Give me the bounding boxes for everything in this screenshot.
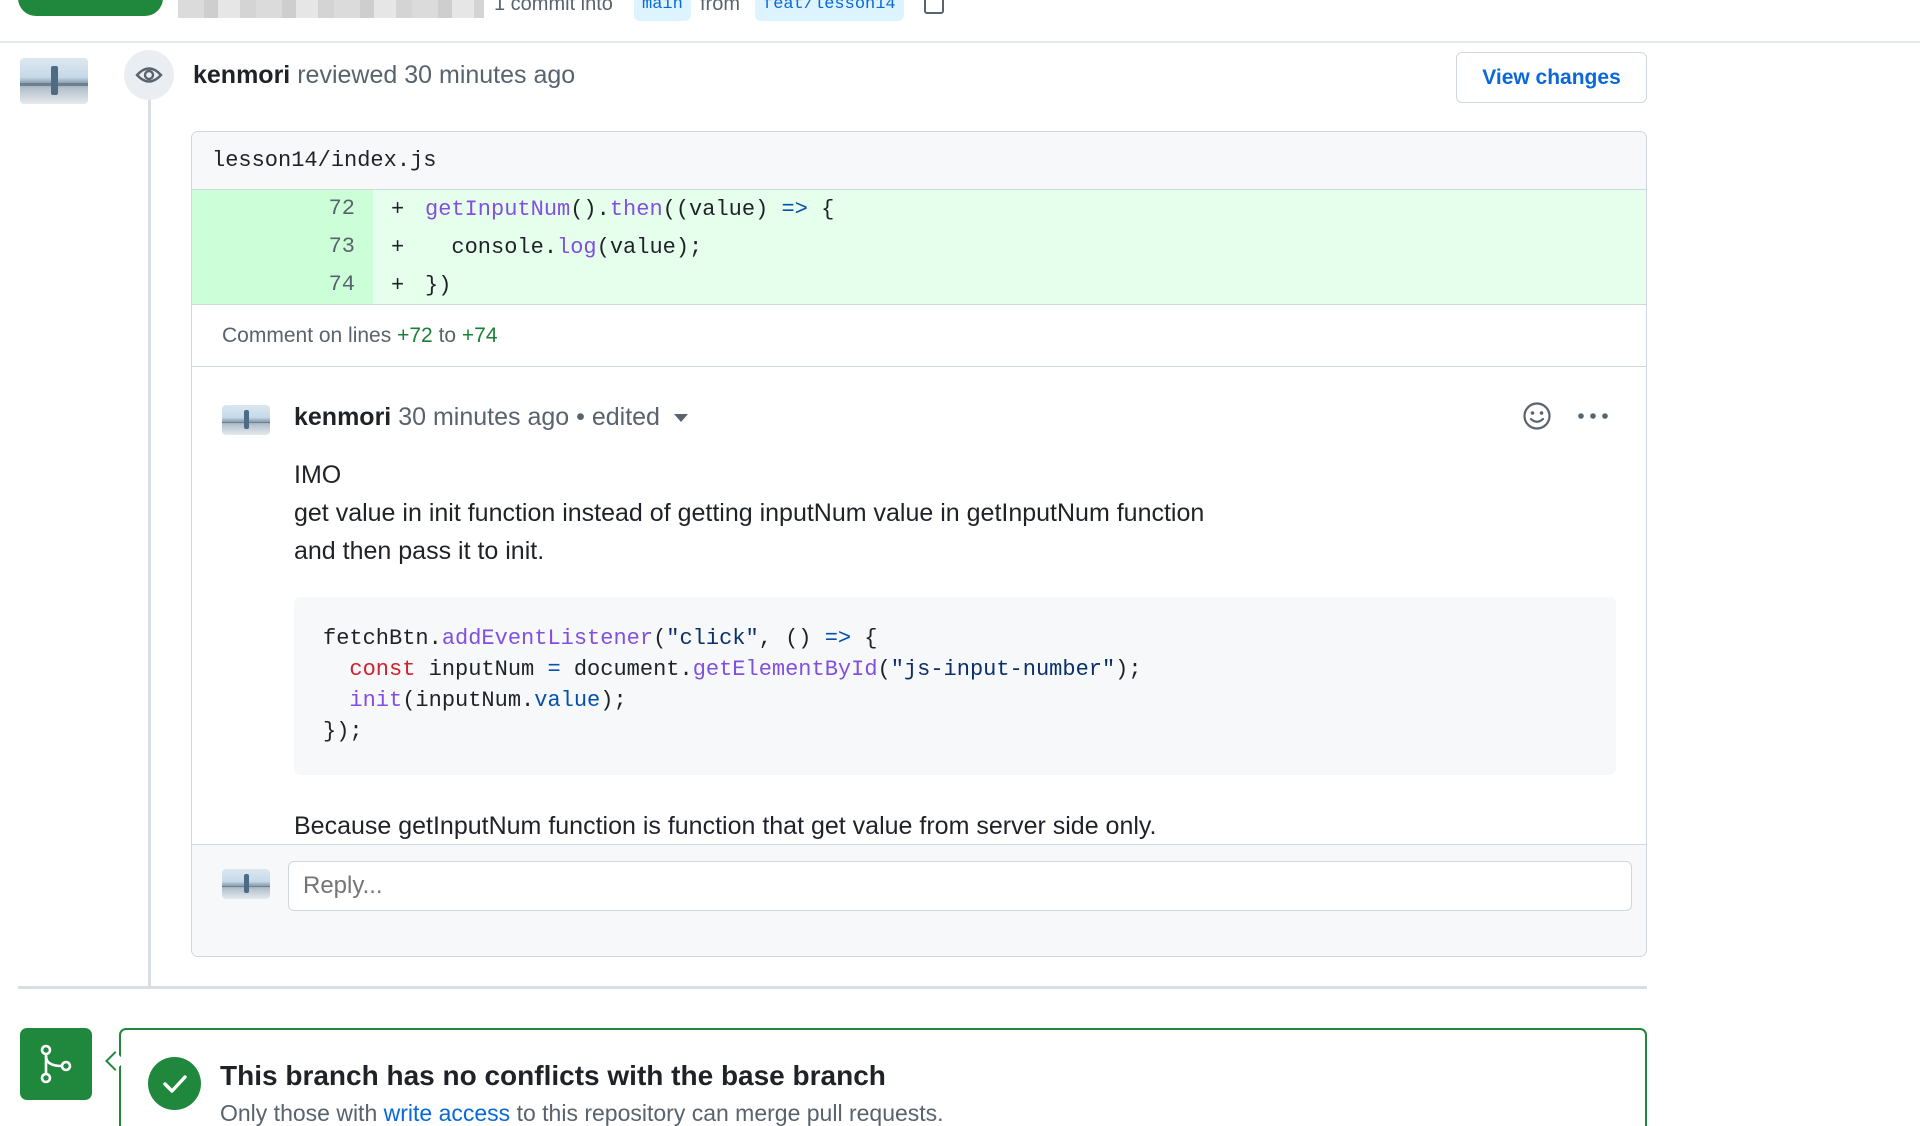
reply-avatar [222, 869, 270, 899]
timeline-line [148, 96, 151, 986]
review-author[interactable]: kenmori [193, 61, 290, 89]
comment-time[interactable]: 30 minutes ago [398, 403, 569, 431]
avatar[interactable] [20, 58, 88, 104]
comment-line: IMO [294, 461, 342, 489]
kebab-horizontal-icon[interactable] [1576, 401, 1610, 431]
comment-line: and then pass it to init. [294, 537, 545, 565]
write-access-link[interactable]: write access [384, 1100, 511, 1126]
commit-bar: 1 commit into main from feat/lesson14 [0, 0, 1920, 43]
diff-hunk: 72 + getInputNum().then((value) => { 73 … [192, 190, 1646, 305]
eye-icon [124, 50, 174, 100]
file-path[interactable]: lesson14/index.js [192, 132, 1646, 190]
comment-on-prefix: Comment on lines [222, 324, 392, 347]
merge-sub-suffix: to this repository can merge pull reques… [516, 1100, 944, 1126]
comment-header: kenmori 30 minutes ago • edited [294, 403, 688, 432]
diff-line: 74 + }) [192, 266, 1646, 304]
head-branch-tag[interactable]: feat/lesson14 [755, 0, 904, 21]
commit-count-text: 1 commit into [494, 0, 613, 15]
view-changes-button[interactable]: View changes [1456, 52, 1647, 103]
code-snippet: fetchBtn.addEventListener("click", () =>… [294, 597, 1616, 775]
range-end: +74 [461, 324, 498, 347]
diff-code: }) [425, 272, 452, 298]
comment-line: get value in init function instead of ge… [294, 499, 1205, 527]
diff-line: 72 + getInputNum().then((value) => { [192, 190, 1646, 228]
base-branch-tag[interactable]: main [634, 0, 691, 21]
smile-icon[interactable] [1522, 401, 1552, 431]
timeline-divider [18, 986, 1647, 989]
reply-bar [192, 844, 1646, 956]
merge-button[interactable] [18, 0, 163, 16]
range-start: +72 [397, 324, 433, 347]
line-number[interactable]: 74 [192, 266, 373, 304]
merge-status-subtitle: Only those with write access to this rep… [220, 1100, 944, 1126]
reply-input[interactable] [288, 861, 1632, 911]
check-icon [148, 1057, 201, 1110]
diff-sign: + [391, 196, 405, 222]
blurred-author [178, 0, 484, 18]
diff-line: 73 + console.log(value); [192, 228, 1646, 266]
copy-icon[interactable] [924, 0, 944, 14]
chevron-down-icon[interactable] [673, 414, 688, 423]
from-text: from [700, 0, 740, 15]
diff-code: getInputNum().then((value) => { [425, 196, 835, 222]
line-number[interactable]: 72 [192, 190, 373, 228]
edited-label[interactable]: edited [592, 403, 660, 431]
review-comment-card: lesson14/index.js 72 + getInputNum().the… [191, 131, 1647, 957]
diff-sign: + [391, 272, 405, 298]
merge-sub-prefix: Only those with [220, 1100, 378, 1126]
review-action: reviewed [297, 61, 398, 89]
git-merge-icon [20, 1028, 92, 1100]
line-number[interactable]: 73 [192, 228, 373, 266]
review-header: kenmori reviewed 30 minutes ago [193, 61, 575, 90]
comment-footer: Because getInputNum function is function… [294, 812, 1157, 840]
comment-avatar[interactable] [222, 405, 270, 435]
separator-dot: • [576, 403, 585, 431]
comment: kenmori 30 minutes ago • edited IMO get … [192, 367, 1646, 875]
range-to: to [438, 324, 457, 347]
comment-line-range: Comment on lines +72 to +74 [192, 305, 1646, 367]
diff-code: console.log(value); [425, 234, 703, 260]
diff-sign: + [391, 234, 405, 260]
merge-status-title: This branch has no conflicts with the ba… [220, 1060, 886, 1091]
comment-author[interactable]: kenmori [294, 403, 391, 431]
review-time[interactable]: 30 minutes ago [404, 61, 575, 89]
